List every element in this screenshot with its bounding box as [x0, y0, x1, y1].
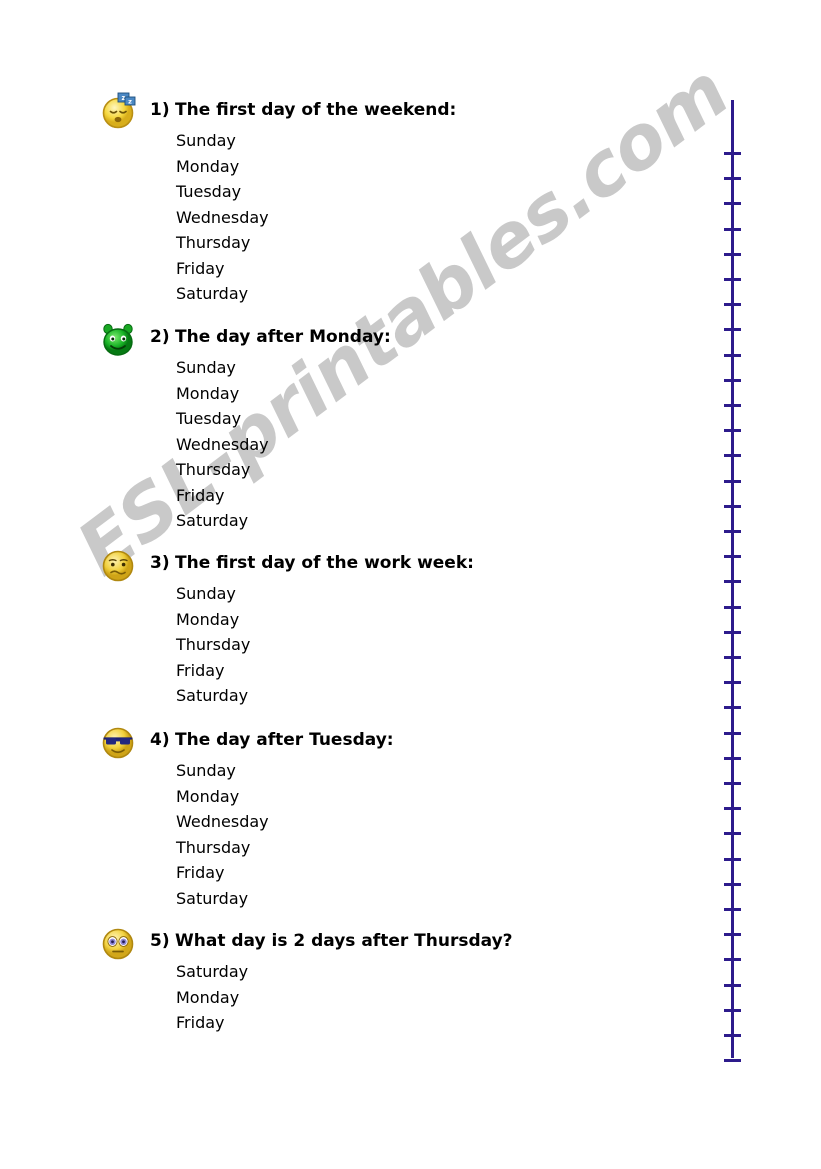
answer-option[interactable]: Friday — [176, 483, 269, 509]
thinking-smiley-icon — [98, 545, 138, 585]
answer-option[interactable]: Monday — [176, 607, 250, 633]
margin-rule-tick — [724, 1059, 741, 1063]
margin-rule-tick — [724, 504, 741, 508]
question-text: The first day of the work week: — [175, 553, 474, 573]
margin-rule-tick — [724, 731, 741, 735]
answer-option[interactable]: Monday — [176, 154, 269, 180]
margin-rule-tick — [724, 681, 741, 685]
question-number: 1) — [150, 100, 170, 120]
answer-option[interactable]: Sunday — [176, 581, 250, 607]
question-text: The day after Monday: — [175, 327, 391, 347]
answer-option[interactable]: Thursday — [176, 457, 269, 483]
margin-rule-tick — [724, 908, 741, 911]
answer-option[interactable]: Saturday — [176, 508, 269, 534]
margin-rule-tick — [724, 782, 741, 785]
margin-rule-tick — [724, 328, 741, 332]
answer-option[interactable]: Saturday — [176, 886, 269, 912]
margin-rule-tick — [724, 857, 741, 861]
answer-option[interactable]: Friday — [176, 256, 269, 282]
margin-rule-tick — [724, 1034, 741, 1037]
margin-rule-tick — [724, 429, 741, 433]
margin-rule-tick — [724, 882, 741, 886]
answer-option[interactable]: Wednesday — [176, 809, 269, 835]
answer-options: Sunday Monday Tuesday Wednesday Thursday Frid… — [176, 355, 269, 534]
answer-options: Sunday Monday Wednesday Thursday Friday Satur… — [176, 758, 269, 911]
worksheet-page: ESL-printables.com z z 1) The first day of … — [0, 0, 821, 1169]
margin-rule-tick — [724, 378, 741, 382]
sunglasses-smiley-icon — [98, 722, 138, 762]
question-text: The day after Tuesday: — [175, 730, 394, 750]
margin-rule-tick — [724, 832, 741, 836]
answer-option[interactable]: Monday — [176, 784, 269, 810]
margin-rule-tick — [724, 152, 741, 155]
question-number: 2) — [150, 327, 170, 347]
answer-option[interactable]: Saturday — [176, 683, 250, 709]
wide-eyed-smiley-icon — [98, 923, 138, 963]
answer-option[interactable]: Friday — [176, 658, 250, 684]
answer-option[interactable]: Sunday — [176, 758, 269, 784]
answer-option[interactable]: Saturday — [176, 281, 269, 307]
margin-rule-tick — [724, 1008, 741, 1012]
answer-option[interactable]: Tuesday — [176, 179, 269, 205]
margin-rule-tick — [724, 530, 741, 533]
margin-rule-tick — [724, 353, 741, 357]
answer-option[interactable]: Sunday — [176, 128, 269, 154]
margin-rule-tick — [724, 756, 741, 760]
answer-option[interactable]: Thursday — [176, 632, 250, 658]
margin-rule-tick — [724, 958, 741, 962]
sleeping-smiley-icon: zz — [98, 92, 138, 132]
answer-options: Sunday Monday Thursday Friday Saturday — [176, 581, 250, 709]
margin-rule-tick — [724, 807, 741, 811]
margin-rule-tick — [724, 252, 741, 256]
margin-rule-tick — [724, 706, 741, 710]
answer-option[interactable]: Wednesday — [176, 432, 269, 458]
answer-options: Sunday Monday Tuesday Wednesday Thursday Frid… — [176, 128, 269, 307]
margin-rule-tick — [724, 933, 741, 937]
margin-rule-tick — [724, 630, 741, 634]
margin-rule — [724, 100, 741, 1063]
green-alien-icon — [98, 319, 138, 359]
margin-rule-tick — [724, 656, 741, 659]
answer-option[interactable]: Sunday — [176, 355, 269, 381]
margin-rule-tick — [724, 227, 741, 231]
margin-rule-tick — [724, 983, 741, 987]
answer-option[interactable]: Saturday — [176, 959, 248, 985]
margin-rule-tick — [724, 278, 741, 281]
answer-option[interactable]: Wednesday — [176, 205, 269, 231]
margin-rule-tick — [724, 580, 741, 584]
margin-rule-tick — [724, 202, 741, 206]
answer-option[interactable]: Monday — [176, 381, 269, 407]
answer-option[interactable]: Monday — [176, 985, 248, 1011]
question-text: What day is 2 days after Thursday? — [175, 931, 513, 951]
svg-text:z: z — [128, 98, 132, 106]
answer-option[interactable]: Thursday — [176, 230, 269, 256]
answer-options: Saturday Monday Friday — [176, 959, 248, 1036]
margin-rule-tick — [724, 303, 741, 307]
margin-rule-tick — [724, 404, 741, 407]
margin-rule-tick — [724, 454, 741, 458]
margin-rule-tick — [724, 177, 741, 181]
question-number: 5) — [150, 931, 170, 951]
answer-option[interactable]: Friday — [176, 1010, 248, 1036]
question-number: 3) — [150, 553, 170, 573]
margin-rule-tick — [724, 605, 741, 609]
watermark-text: ESL-printables.com — [62, 48, 745, 593]
question-text: The first day of the weekend: — [175, 100, 457, 120]
answer-option[interactable]: Friday — [176, 860, 269, 886]
margin-rule-tick — [724, 555, 741, 559]
answer-option[interactable]: Tuesday — [176, 406, 269, 432]
margin-rule-tick — [724, 479, 741, 483]
question-number: 4) — [150, 730, 170, 750]
answer-option[interactable]: Thursday — [176, 835, 269, 861]
